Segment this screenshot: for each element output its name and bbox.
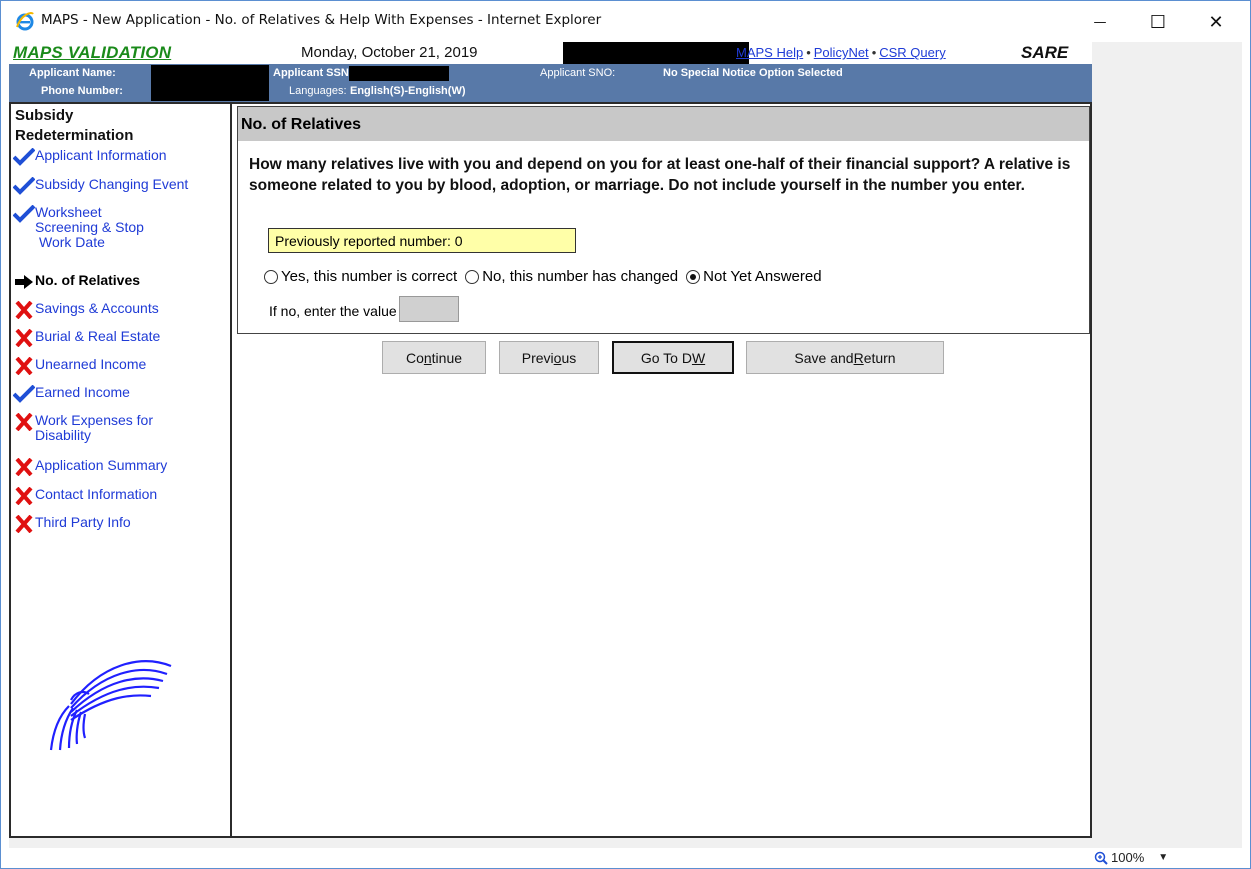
applicant-sno-label: Applicant SNO:	[540, 67, 616, 79]
sidebar-item-worksheet-screening[interactable]: Worksheet Screening & Stop Work Date	[13, 205, 144, 250]
csr-query-link[interactable]: CSR Query	[879, 45, 945, 60]
x-mark-icon	[13, 458, 35, 476]
radio-circle-icon	[465, 269, 480, 284]
sidebar-item-savings-accounts[interactable]: Savings & Accounts	[13, 301, 159, 319]
zoom-level: 100%	[1111, 850, 1145, 865]
redacted-user	[563, 42, 749, 64]
applicant-sno-value: No Special Notice Option Selected	[663, 67, 843, 79]
x-mark-icon	[13, 357, 35, 375]
radio-circle-icon	[264, 269, 278, 284]
current-date: Monday, October 21, 2019	[301, 44, 478, 61]
minimize-button[interactable]: —	[1077, 7, 1123, 37]
checkmark-icon	[13, 148, 35, 166]
new-value-row: If no, enter the value	[269, 296, 459, 322]
arrow-right-icon	[13, 273, 35, 291]
navigation-sidebar: Subsidy Redetermination Applicant Inform…	[9, 102, 231, 838]
go-to-dw-button[interactable]: Go To DW	[612, 341, 734, 374]
sidebar-item-third-party-info[interactable]: Third Party Info	[13, 515, 131, 533]
question-text: How many relatives live with you and dep…	[249, 156, 1071, 194]
sidebar-item-no-of-relatives[interactable]: No. of Relatives	[13, 273, 140, 291]
languages-value: English(S)-English(W)	[350, 85, 466, 97]
browser-content: MAPS VALIDATION Monday, October 21, 2019…	[9, 42, 1242, 848]
mode-label: SARE	[1021, 43, 1069, 62]
x-mark-icon	[13, 301, 35, 319]
main-panel: No. of Relatives How many relatives live…	[231, 102, 1092, 838]
radio-yes-correct[interactable]: Yes, this number is correct	[264, 268, 457, 285]
checkmark-icon	[13, 205, 35, 223]
sidebar-title: Subsidy Redetermination	[15, 107, 134, 144]
redacted-name	[151, 65, 269, 101]
maximize-button[interactable]: ☐	[1135, 7, 1181, 37]
close-icon: ✕	[1208, 11, 1224, 33]
close-button[interactable]: ✕	[1193, 7, 1239, 37]
new-value-input[interactable]	[398, 296, 459, 322]
previous-button[interactable]: Previ o us	[499, 341, 599, 374]
title-bar: MAPS - New Application - No. of Relative…	[1, 1, 1250, 42]
previously-reported-number: Previously reported number: 0	[268, 228, 576, 253]
radio-no-changed[interactable]: No, this number has changed	[465, 268, 678, 285]
applicant-info-bar: Applicant Name: Applicant SSN: Applicant…	[9, 64, 1092, 102]
minimize-icon: —	[1093, 14, 1107, 30]
checkmark-icon	[13, 385, 35, 403]
zoom-icon	[1094, 851, 1108, 865]
radio-selected-icon	[686, 269, 701, 284]
save-and-return-button[interactable]: Save and Return	[746, 341, 944, 374]
sidebar-item-burial-real-estate[interactable]: Burial & Real Estate	[13, 329, 160, 347]
maximize-icon: ☐	[1149, 11, 1167, 33]
chevron-down-icon: ▼	[1158, 852, 1169, 863]
browser-window: MAPS - New Application - No. of Relative…	[0, 0, 1251, 869]
x-mark-icon	[13, 487, 35, 505]
redacted-ssn	[349, 66, 449, 81]
answer-radio-group: Yes, this number is correct No, this num…	[264, 268, 830, 285]
continue-button[interactable]: Co n tinue	[382, 341, 486, 374]
x-mark-icon	[13, 413, 35, 431]
window-title: MAPS - New Application - No. of Relative…	[41, 12, 602, 28]
sidebar-item-unearned-income[interactable]: Unearned Income	[13, 357, 146, 375]
sidebar-item-work-expenses[interactable]: Work Expenses for Disability	[13, 413, 153, 443]
sidebar-item-contact-information[interactable]: Contact Information	[13, 487, 157, 505]
maps-help-link[interactable]: MAPS Help	[736, 45, 803, 60]
header-links: MAPS Help • PolicyNet • CSR Query	[736, 45, 946, 60]
sidebar-item-earned-income[interactable]: Earned Income	[13, 385, 130, 403]
internet-explorer-icon	[16, 12, 34, 31]
phone-number-label: Phone Number:	[41, 85, 123, 97]
x-mark-icon	[13, 329, 35, 347]
x-mark-icon	[13, 515, 35, 533]
zoom-control[interactable]: 100% ▼	[1094, 850, 1168, 865]
applicant-ssn-label: Applicant SSN:	[273, 67, 353, 79]
question-box: No. of Relatives How many relatives live…	[237, 106, 1090, 334]
sidebar-item-subsidy-changing-event[interactable]: Subsidy Changing Event	[13, 177, 188, 195]
new-value-label: If no, enter the value	[269, 303, 397, 319]
applicant-name-label: Applicant Name:	[29, 67, 116, 79]
app-brand[interactable]: MAPS VALIDATION	[13, 43, 171, 63]
policynet-link[interactable]: PolicyNet	[814, 45, 869, 60]
question-heading: No. of Relatives	[238, 107, 1089, 141]
eagle-logo	[49, 660, 172, 751]
checkmark-icon	[13, 177, 35, 195]
radio-not-yet-answered[interactable]: Not Yet Answered	[686, 268, 822, 285]
languages-label: Languages:	[289, 85, 347, 97]
sidebar-item-applicant-information[interactable]: Applicant Information	[13, 148, 167, 166]
app-header: MAPS VALIDATION Monday, October 21, 2019…	[9, 42, 1092, 64]
sidebar-item-application-summary[interactable]: Application Summary	[13, 458, 167, 476]
